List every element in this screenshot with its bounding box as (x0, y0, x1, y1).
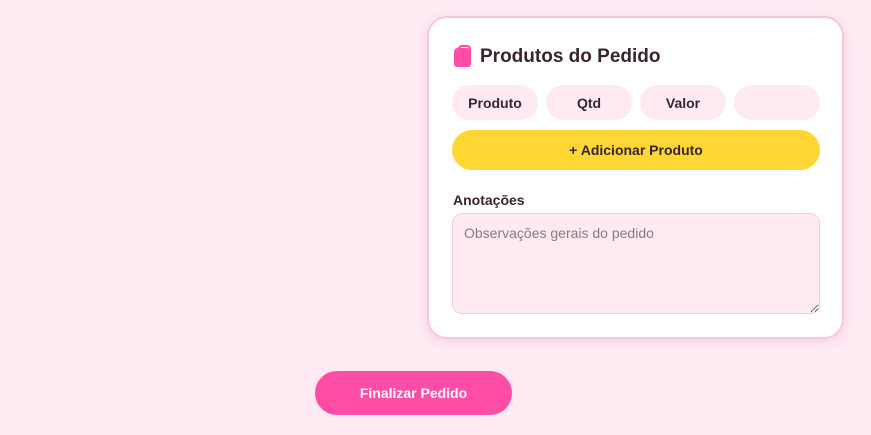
card-header: Produtos do Pedido (454, 44, 661, 68)
product-columns-header: Produto Qtd Valor (452, 85, 820, 120)
card-title: Produtos do Pedido (480, 46, 661, 67)
notes-label: Anotações (453, 192, 525, 208)
column-header-actions (734, 85, 820, 120)
column-header-value: Valor (640, 85, 726, 120)
notes-textarea[interactable] (452, 213, 820, 314)
column-header-product: Produto (452, 85, 538, 120)
finish-order-button[interactable]: Finalizar Pedido (315, 371, 512, 415)
add-product-button[interactable]: + Adicionar Produto (452, 130, 820, 170)
shopping-bag-icon (454, 44, 471, 67)
column-header-quantity: Qtd (546, 85, 632, 120)
order-products-card: Produtos do Pedido Produto Qtd Valor + A… (427, 16, 844, 339)
